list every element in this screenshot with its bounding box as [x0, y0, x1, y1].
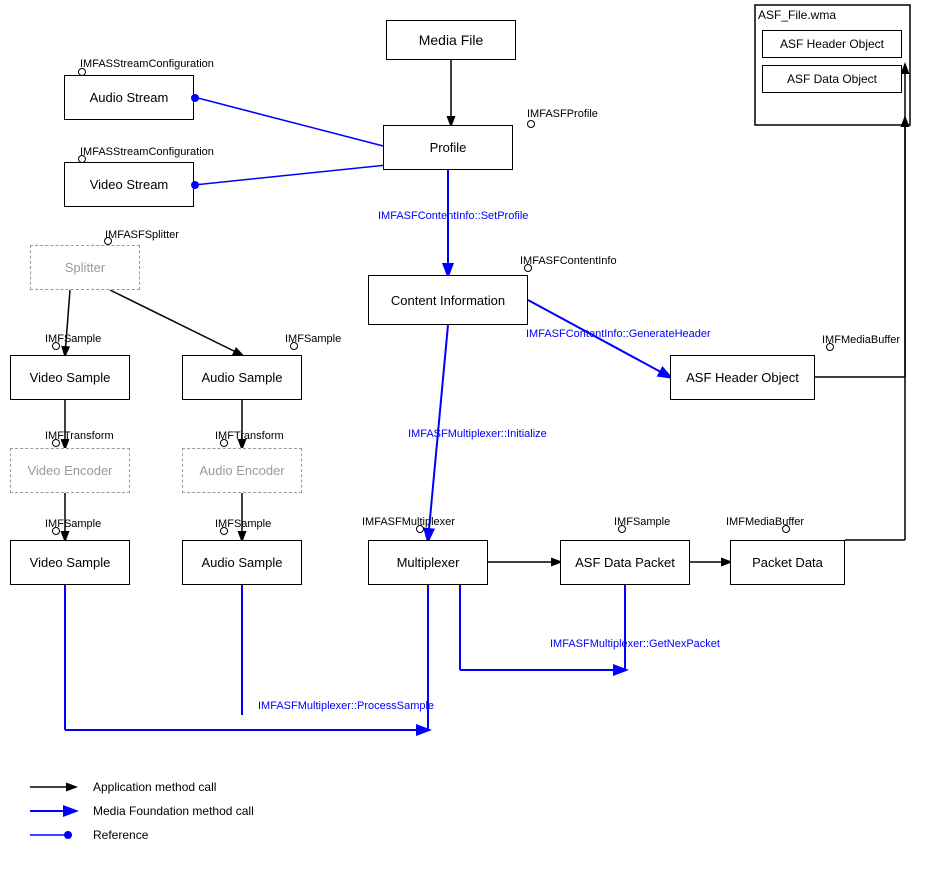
splitter-box: Splitter — [30, 245, 140, 290]
content-info-box: Content Information — [368, 275, 528, 325]
profile-box: Profile — [383, 125, 513, 170]
label-setprofile: IMFASFContentInfo::SetProfile — [378, 210, 528, 222]
label-imfmedia-buf2: IMFMediaBuffer — [822, 334, 900, 346]
asf-header-obj-box: ASF Header Object — [670, 355, 815, 400]
legend-app-call: Application method call — [93, 780, 216, 794]
video-stream-box: Video Stream — [64, 162, 194, 207]
audio-sample1-box: Audio Sample — [182, 355, 302, 400]
label-imftransform2: IMFTransform — [215, 430, 284, 442]
multiplexer-box: Multiplexer — [368, 540, 488, 585]
audio-sample2-box: Audio Sample — [182, 540, 302, 585]
label-imfasf-splitter: IMFASFSplitter — [105, 229, 179, 241]
audio-stream-ref-dot — [191, 94, 199, 102]
asf-header-obj2-box: ASF Header Object — [762, 30, 902, 58]
label-imfas-sc1: IMFASStreamConfiguration — [80, 58, 214, 70]
legend-reference: Reference — [93, 828, 148, 842]
label-imfasf-mux: IMFASFMultiplexer — [362, 516, 455, 528]
label-imfsample3: IMFSample — [45, 518, 101, 530]
media-file-box: Media File — [386, 20, 516, 60]
video-sample1-box: Video Sample — [10, 355, 130, 400]
video-encoder-box: Video Encoder — [10, 448, 130, 493]
label-imftransform1: IMFTransform — [45, 430, 114, 442]
label-imfasf-ci: IMFASFContentInfo — [520, 255, 617, 267]
label-imfsample1: IMFSample — [45, 333, 101, 345]
label-init: IMFASFMultiplexer::Initialize — [408, 428, 547, 440]
label-getnext: IMFASFMultiplexer::GetNexPacket — [550, 638, 720, 650]
label-imfsample2: IMFSample — [285, 333, 341, 345]
asf-data-obj-box: ASF Data Object — [762, 65, 902, 93]
label-imfasf-profile: IMFASFProfile — [527, 108, 598, 120]
label-imfmedia-buf1: IMFMediaBuffer — [726, 516, 804, 528]
video-sample2-box: Video Sample — [10, 540, 130, 585]
label-imfas-sc2: IMFASStreamConfiguration — [80, 146, 214, 158]
label-imfsample5: IMFSample — [614, 516, 670, 528]
label-process: IMFASFMultiplexer::ProcessSample — [258, 700, 434, 712]
imfasf-profile-circle — [527, 120, 535, 128]
video-stream-ref-dot — [191, 181, 199, 189]
audio-stream-box: Audio Stream — [64, 75, 194, 120]
legend: Application method call Media Foundation… — [30, 779, 254, 851]
asf-data-packet-box: ASF Data Packet — [560, 540, 690, 585]
label-imfsample4: IMFSample — [215, 518, 271, 530]
asf-file-title: ASF_File.wma — [758, 8, 836, 22]
label-genheader: IMFASFContentInfo::GenerateHeader — [526, 328, 711, 340]
diagram-container: Media File Audio Stream Video Stream Pro… — [0, 0, 942, 891]
packet-data-box: Packet Data — [730, 540, 845, 585]
audio-encoder-box: Audio Encoder — [182, 448, 302, 493]
legend-mf-call: Media Foundation method call — [93, 804, 254, 818]
